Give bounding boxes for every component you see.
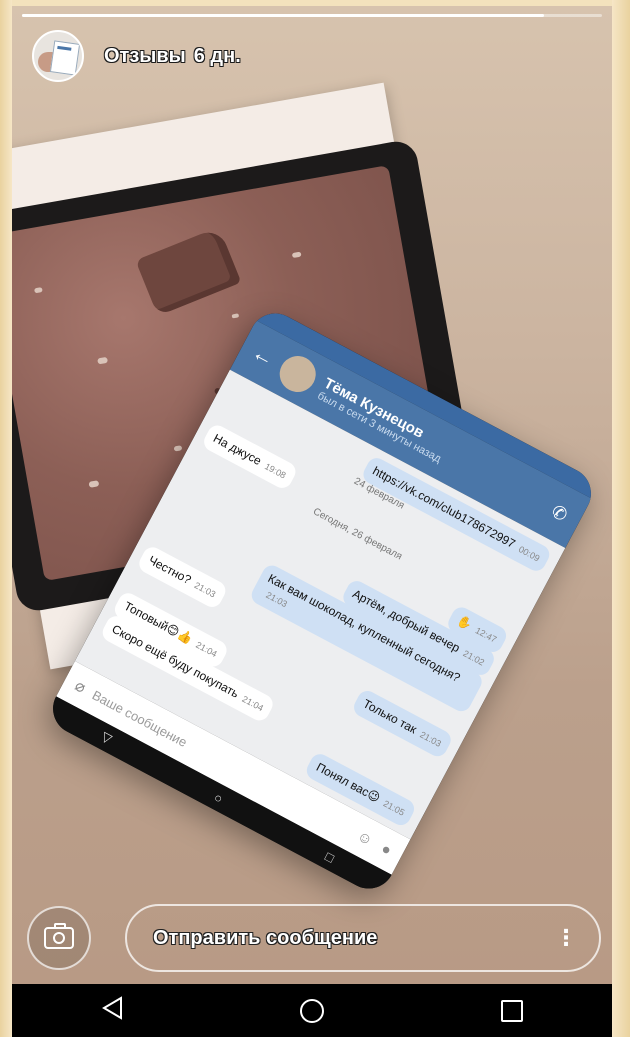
- story-progress-bar: [22, 14, 602, 17]
- home-nav-icon: [300, 998, 324, 1023]
- slide-frame-right: [612, 0, 630, 1037]
- message-text: ✋: [454, 612, 475, 633]
- incoming-message: Честно?21:03: [135, 543, 229, 611]
- story-author-name[interactable]: Отзывы: [104, 45, 186, 68]
- attach-icon: ⌀: [71, 677, 89, 697]
- phone-home-icon: ○: [211, 789, 226, 806]
- recents-nav-button[interactable]: [482, 999, 542, 1022]
- home-nav-button[interactable]: [282, 998, 342, 1023]
- camera-icon: [44, 923, 74, 949]
- recents-nav-icon: [501, 999, 523, 1022]
- message-time: 00:09: [516, 544, 542, 564]
- camera-button[interactable]: [27, 906, 91, 970]
- message-time: 12:47: [473, 625, 499, 645]
- slide-frame-left: [0, 0, 12, 1037]
- crumb: [231, 313, 240, 319]
- crumb: [34, 287, 43, 294]
- story-header: Отзывы 6 дн.: [32, 30, 241, 82]
- send-message-placeholder: Отправить сообщение: [153, 926, 378, 949]
- phone-back-icon: ▽: [98, 728, 115, 747]
- message-time: 19:08: [263, 461, 288, 481]
- message-time: 21:03: [192, 580, 218, 600]
- chocolate-chunk: [135, 226, 242, 317]
- story-progress-fill: [22, 14, 544, 17]
- back-nav-button[interactable]: [82, 996, 142, 1025]
- microphone-icon: ●: [378, 839, 395, 859]
- story-age: 6 дн.: [193, 44, 241, 67]
- send-message-field[interactable]: Отправить сообщение ⋮: [125, 904, 601, 972]
- message-time: 21:02: [461, 648, 487, 668]
- avatar-card-shape: [49, 40, 81, 76]
- back-nav-icon: [102, 996, 122, 1020]
- crumb: [97, 356, 109, 365]
- message-time: 21:04: [240, 693, 266, 714]
- message-time: 21:04: [194, 639, 219, 660]
- message-time: 21:05: [381, 798, 407, 818]
- message-text: Честно?: [146, 552, 194, 587]
- back-arrow-icon: ←: [247, 339, 280, 372]
- phone-recents-icon: □: [322, 848, 337, 866]
- contact-avatar: [273, 349, 323, 399]
- message-time: 21:03: [418, 729, 443, 749]
- more-vertical-icon[interactable]: ⋮: [555, 927, 577, 949]
- crumb: [88, 480, 100, 488]
- crumb: [173, 445, 183, 452]
- phone-call-icon: ✆: [548, 500, 571, 526]
- system-navigation-bar: [12, 984, 612, 1037]
- story-viewer[interactable]: Отзывы 6 дн. ← Тёма Кузнецов был в сети …: [12, 6, 612, 984]
- crumb: [291, 251, 302, 259]
- message-text: Только так: [360, 696, 420, 737]
- avatar[interactable]: [32, 30, 84, 82]
